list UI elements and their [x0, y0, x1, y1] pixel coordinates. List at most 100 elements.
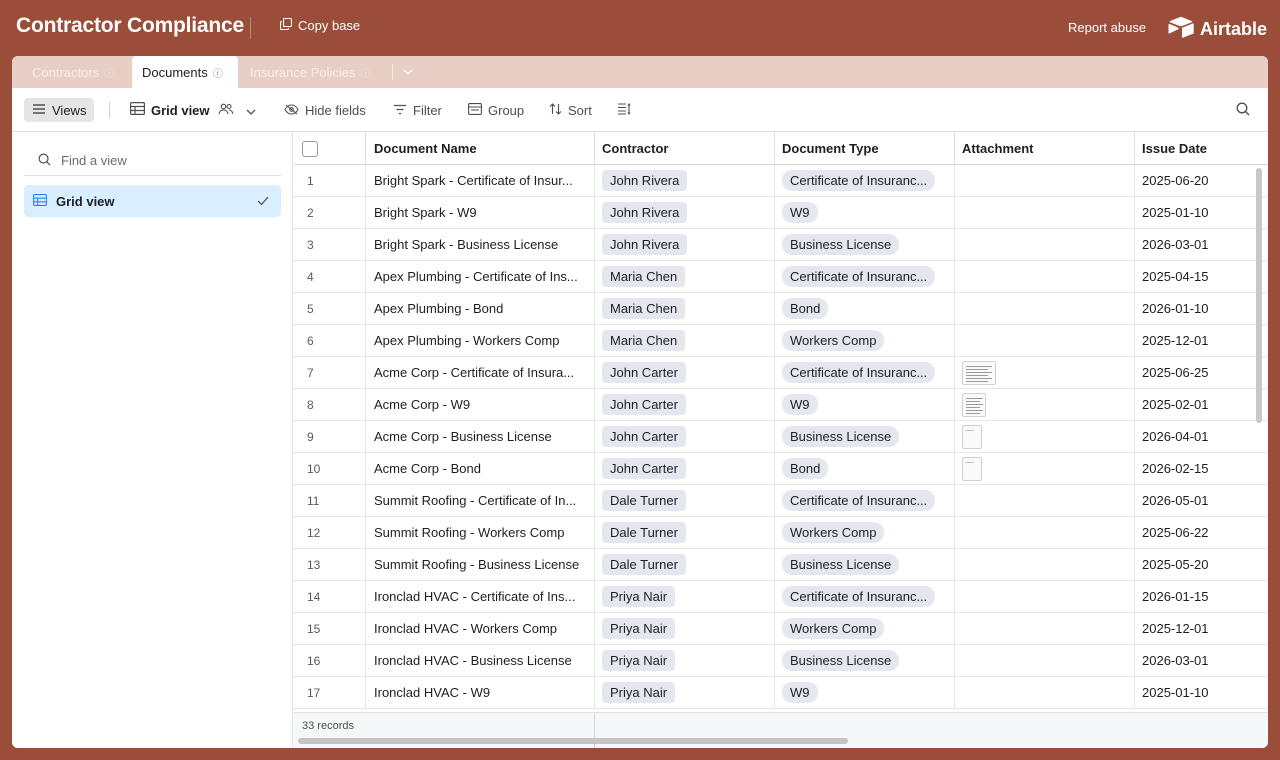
views-button[interactable]: Views: [24, 98, 95, 122]
document-name-cell[interactable]: Bright Spark - W9: [366, 197, 595, 228]
attachment-cell[interactable]: [954, 453, 1135, 484]
contractor-cell[interactable]: Priya Nair: [594, 613, 775, 644]
document-name-cell[interactable]: Apex Plumbing - Certificate of Ins...: [366, 261, 595, 292]
table-row[interactable]: 15 Ironclad HVAC - Workers Comp Priya Nair…: [294, 613, 1268, 645]
table-row[interactable]: 2 Bright Spark - W9 John Rivera W9 2025-01-1…: [294, 197, 1268, 229]
grid-view-switcher[interactable]: Grid view: [130, 98, 256, 122]
document-name-cell[interactable]: Ironclad HVAC - Workers Comp: [366, 613, 595, 644]
document-name-cell[interactable]: Ironclad HVAC - Certificate of Ins...: [366, 581, 595, 612]
column-header-document-name[interactable]: Document Name: [366, 132, 595, 164]
table-row[interactable]: 7 Acme Corp - Certificate of Insura... Joh…: [294, 357, 1268, 389]
contractor-cell[interactable]: John Rivera: [594, 229, 775, 260]
document-type-cell[interactable]: Workers Comp: [774, 325, 955, 356]
contractor-cell[interactable]: Maria Chen: [594, 293, 775, 324]
vertical-scrollbar[interactable]: [1256, 168, 1262, 423]
document-name-cell[interactable]: Bright Spark - Certificate of Insur...: [366, 165, 595, 196]
table-row[interactable]: 11 Summit Roofing - Certificate of In... D…: [294, 485, 1268, 517]
document-type-cell[interactable]: Certificate of Insuranc...: [774, 485, 955, 516]
filter-button[interactable]: Filter: [393, 98, 442, 122]
table-row[interactable]: 14 Ironclad HVAC - Certificate of Ins... P…: [294, 581, 1268, 613]
issue-date-cell[interactable]: 2025-04-15: [1134, 261, 1268, 292]
column-header-attachment[interactable]: Attachment: [954, 132, 1135, 164]
issue-date-cell[interactable]: 2025-12-01: [1134, 325, 1268, 356]
tab-contractors[interactable]: Contractors ⓘ: [22, 56, 124, 88]
issue-date-cell[interactable]: 2025-02-01: [1134, 389, 1268, 420]
table-row[interactable]: 17 Ironclad HVAC - W9 Priya Nair W9 2025-01-…: [294, 677, 1268, 709]
issue-date-cell[interactable]: 2025-06-20: [1134, 165, 1268, 196]
document-name-cell[interactable]: Bright Spark - Business License: [366, 229, 595, 260]
issue-date-cell[interactable]: 2026-03-01: [1134, 229, 1268, 260]
horizontal-scrollbar[interactable]: [298, 738, 848, 744]
contractor-cell[interactable]: John Carter: [594, 453, 775, 484]
table-row[interactable]: 6 Apex Plumbing - Workers Comp Maria Chen W…: [294, 325, 1268, 357]
attachment-cell[interactable]: [954, 293, 1135, 324]
attachment-cell[interactable]: [954, 229, 1135, 260]
contractor-cell[interactable]: John Rivera: [594, 197, 775, 228]
contractor-cell[interactable]: John Carter: [594, 389, 775, 420]
find-view-input[interactable]: [61, 153, 261, 168]
copy-base-button[interactable]: Copy base: [279, 17, 360, 33]
column-header-contractor[interactable]: Contractor: [594, 132, 775, 164]
attachment-cell[interactable]: [954, 517, 1135, 548]
sort-button[interactable]: Sort: [549, 98, 592, 122]
document-type-cell[interactable]: Business License: [774, 229, 955, 260]
contractor-cell[interactable]: John Carter: [594, 421, 775, 452]
issue-date-cell[interactable]: 2025-12-01: [1134, 613, 1268, 644]
attachment-thumbnail[interactable]: [962, 360, 996, 385]
attachment-thumbnail[interactable]: [962, 392, 986, 417]
document-type-cell[interactable]: W9: [774, 197, 955, 228]
column-header-issue-date[interactable]: Issue Date: [1134, 132, 1268, 164]
contractor-cell[interactable]: Maria Chen: [594, 325, 775, 356]
table-row[interactable]: 13 Summit Roofing - Business License Dale …: [294, 549, 1268, 581]
issue-date-cell[interactable]: 2025-06-22: [1134, 517, 1268, 548]
airtable-logo[interactable]: Airtable: [1168, 16, 1267, 43]
document-type-cell[interactable]: Business License: [774, 549, 955, 580]
document-type-cell[interactable]: Certificate of Insuranc...: [774, 581, 955, 612]
attachment-cell[interactable]: [954, 613, 1135, 644]
document-type-cell[interactable]: Bond: [774, 453, 955, 484]
issue-date-cell[interactable]: 2025-01-10: [1134, 677, 1268, 708]
attachment-thumbnail[interactable]: [962, 424, 982, 449]
attachment-cell[interactable]: [954, 645, 1135, 676]
document-name-cell[interactable]: Ironclad HVAC - Business License: [366, 645, 595, 676]
contractor-cell[interactable]: Dale Turner: [594, 517, 775, 548]
issue-date-cell[interactable]: 2026-01-15: [1134, 581, 1268, 612]
attachment-cell[interactable]: [954, 165, 1135, 196]
document-name-cell[interactable]: Acme Corp - Certificate of Insura...: [366, 357, 595, 388]
table-row[interactable]: 12 Summit Roofing - Workers Comp Dale Turn…: [294, 517, 1268, 549]
table-row[interactable]: 16 Ironclad HVAC - Business License Priya …: [294, 645, 1268, 677]
issue-date-cell[interactable]: 2026-05-01: [1134, 485, 1268, 516]
search-button[interactable]: [1236, 98, 1250, 122]
issue-date-cell[interactable]: 2025-01-10: [1134, 197, 1268, 228]
document-name-cell[interactable]: Summit Roofing - Certificate of In...: [366, 485, 595, 516]
issue-date-cell[interactable]: 2026-03-01: [1134, 645, 1268, 676]
contractor-cell[interactable]: Maria Chen: [594, 261, 775, 292]
hide-fields-button[interactable]: Hide fields: [284, 98, 366, 122]
table-row[interactable]: 8 Acme Corp - W9 John Carter W9 2025-02-01: [294, 389, 1268, 421]
chevron-down-icon[interactable]: [398, 62, 418, 82]
table-row[interactable]: 9 Acme Corp - Business License John Carter…: [294, 421, 1268, 453]
table-row[interactable]: 10 Acme Corp - Bond John Carter Bond 2026-02…: [294, 453, 1268, 485]
document-type-cell[interactable]: W9: [774, 677, 955, 708]
contractor-cell[interactable]: John Carter: [594, 357, 775, 388]
sidebar-item-grid-view[interactable]: Grid view: [24, 185, 281, 217]
document-name-cell[interactable]: Ironclad HVAC - W9: [366, 677, 595, 708]
document-type-cell[interactable]: Business License: [774, 421, 955, 452]
table-row[interactable]: 4 Apex Plumbing - Certificate of Ins... Ma…: [294, 261, 1268, 293]
contractor-cell[interactable]: Priya Nair: [594, 677, 775, 708]
contractor-cell[interactable]: Priya Nair: [594, 581, 775, 612]
tab-insurance-policies[interactable]: Insurance Policies ⓘ: [240, 56, 381, 88]
contractor-cell[interactable]: Dale Turner: [594, 485, 775, 516]
issue-date-cell[interactable]: 2026-01-10: [1134, 293, 1268, 324]
attachment-thumbnail[interactable]: [962, 456, 982, 481]
row-height-button[interactable]: [617, 98, 631, 122]
document-type-cell[interactable]: Workers Comp: [774, 517, 955, 548]
table-row[interactable]: 5 Apex Plumbing - Bond Maria Chen Bond 2026-…: [294, 293, 1268, 325]
document-name-cell[interactable]: Apex Plumbing - Workers Comp: [366, 325, 595, 356]
contractor-cell[interactable]: Priya Nair: [594, 645, 775, 676]
select-all-checkbox[interactable]: [302, 141, 318, 157]
table-row[interactable]: 1 Bright Spark - Certificate of Insur... J…: [294, 165, 1268, 197]
issue-date-cell[interactable]: 2025-06-25: [1134, 357, 1268, 388]
document-name-cell[interactable]: Summit Roofing - Workers Comp: [366, 517, 595, 548]
attachment-cell[interactable]: [954, 357, 1135, 388]
